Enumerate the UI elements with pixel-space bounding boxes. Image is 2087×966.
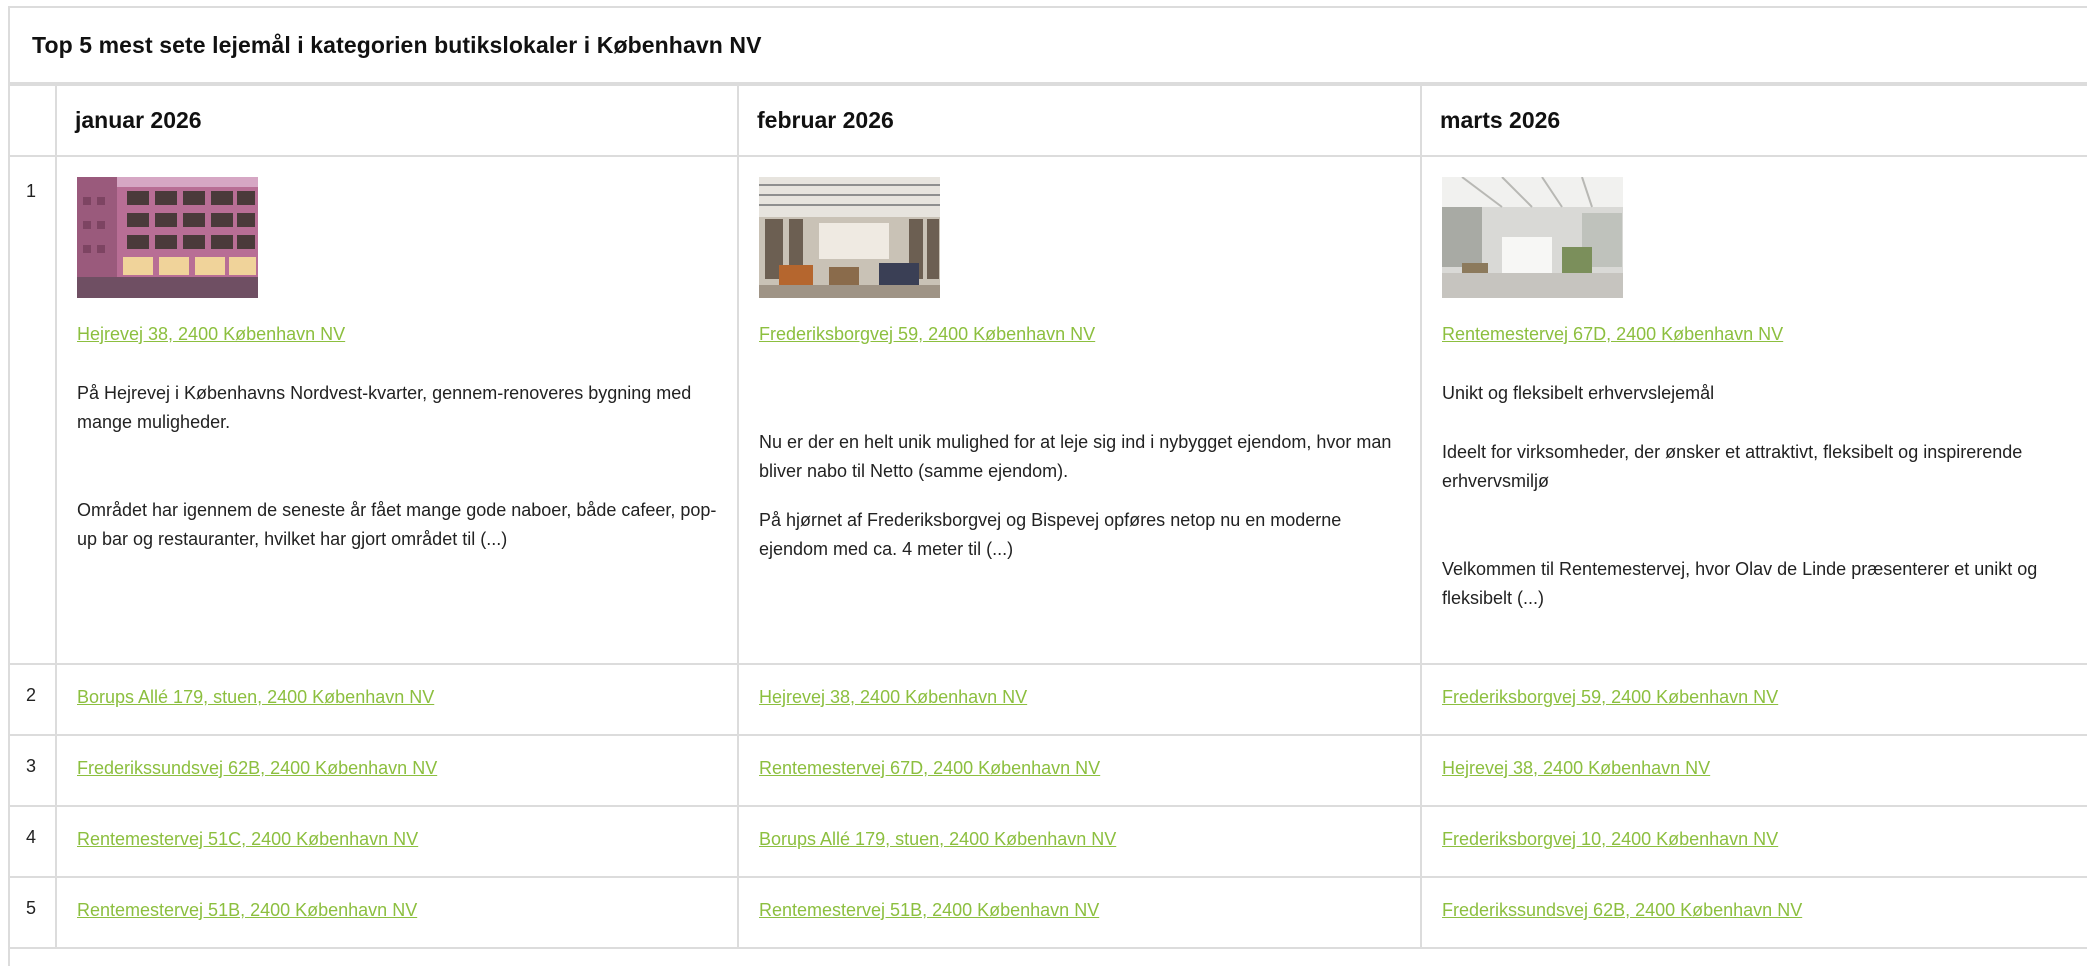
rank-number: 5 [10,876,57,949]
listing-cell: Rentemestervej 67D, 2400 København NV [737,734,1422,807]
listing-description: På Hejrevej i Københavns Nordvest-kvarte… [77,379,717,554]
listing-link[interactable]: Frederikssundsvej 62B, 2400 København NV [77,758,437,778]
description-paragraph: Unikt og fleksibelt erhvervslejemål [1442,383,1715,403]
listing-cell: Hejrevej 38, 2400 København NV [1420,734,2087,807]
featured-listing: Frederiksborgvej 59, 2400 København NV N… [737,155,1422,665]
rank-number: 2 [10,663,57,736]
listing-cell: Borups Allé 179, stuen, 2400 København N… [55,663,739,736]
listing-link[interactable]: Rentemestervej 51B, 2400 København NV [759,900,1099,920]
listing-link[interactable]: Rentemestervej 51B, 2400 København NV [77,900,417,920]
listing-cell: Frederikssundsvej 62B, 2400 København NV [55,734,739,807]
description-paragraph: Ideelt for virksomheder, der ønsker et a… [1442,442,2023,491]
listing-cell: Rentemestervej 51B, 2400 København NV [55,876,739,949]
building-photo[interactable] [77,177,258,298]
rank-number: 4 [10,805,57,878]
featured-listing: Rentemestervej 67D, 2400 København NV Un… [1420,155,2087,665]
listing-link[interactable]: Rentemestervej 51C, 2400 København NV [77,829,418,849]
listing-cell: Borups Allé 179, stuen, 2400 København N… [737,805,1422,878]
listing-link[interactable]: Rentemestervej 67D, 2400 København NV [759,758,1100,778]
rank-number: 3 [10,734,57,807]
listing-cell: Rentemestervej 51B, 2400 København NV [737,876,1422,949]
listing-cell: Rentemestervej 51C, 2400 København NV [55,805,739,878]
table-row: 3 Frederikssundsvej 62B, 2400 København … [10,734,2087,807]
listing-link[interactable]: Frederiksborgvej 59, 2400 København NV [759,324,1095,344]
month-header-row: januar 2026 februar 2026 marts 2026 [10,84,2087,157]
panel-header: Top 5 mest sete lejemål i kategorien but… [10,8,2087,84]
listing-cell: Frederikssundsvej 62B, 2400 København NV [1420,876,2087,949]
description-paragraph: På hjørnet af Frederiksborgvej og Bispev… [759,510,1342,559]
ranking-table: januar 2026 februar 2026 marts 2026 1 He… [10,84,2087,949]
listing-cell: Hejrevej 38, 2400 København NV [737,663,1422,736]
listing-cell: Frederiksborgvej 10, 2400 København NV [1420,805,2087,878]
listing-description: Unikt og fleksibelt erhvervslejemål Idee… [1442,379,2087,613]
listing-cell: Frederiksborgvej 59, 2400 København NV [1420,663,2087,736]
listing-link[interactable]: Frederiksborgvej 59, 2400 København NV [1442,687,1778,707]
listing-link[interactable]: Borups Allé 179, stuen, 2400 København N… [77,687,434,707]
table-row: 2 Borups Allé 179, stuen, 2400 København… [10,663,2087,736]
interior-photo[interactable] [759,177,940,298]
month-header: januar 2026 [55,84,739,157]
table-row: 5 Rentemestervej 51B, 2400 København NV … [10,876,2087,949]
month-header: februar 2026 [737,84,1422,157]
top5-panel: Top 5 mest sete lejemål i kategorien but… [8,6,2087,966]
listing-link[interactable]: Hejrevej 38, 2400 København NV [77,324,345,344]
panel-title: Top 5 mest sete lejemål i kategorien but… [32,31,762,58]
table-row: 4 Rentemestervej 51C, 2400 København NV … [10,805,2087,878]
listing-link[interactable]: Hejrevej 38, 2400 København NV [759,687,1027,707]
table-row: 1 Hejrevej 38, 2400 København NV På Hejr… [10,155,2087,665]
listing-link[interactable]: Frederikssundsvej 62B, 2400 København NV [1442,900,1802,920]
rank-number: 1 [10,155,57,665]
description-paragraph: Området har igennem de seneste år fået m… [77,500,717,549]
description-paragraph: På Hejrevej i Københavns Nordvest-kvarte… [77,383,692,432]
listing-link[interactable]: Rentemestervej 67D, 2400 København NV [1442,324,1783,344]
listing-description: Nu er der en helt unik mulighed for at l… [759,428,1400,564]
description-paragraph: Nu er der en helt unik mulighed for at l… [759,432,1392,481]
listing-link[interactable]: Hejrevej 38, 2400 København NV [1442,758,1710,778]
description-paragraph: Velkommen til Rentemestervej, hvor Olav … [1442,559,2038,608]
rank-header [10,84,57,157]
listing-link[interactable]: Frederiksborgvej 10, 2400 København NV [1442,829,1778,849]
month-header: marts 2026 [1420,84,2087,157]
featured-listing: Hejrevej 38, 2400 København NV På Hejrev… [55,155,739,665]
showroom-photo[interactable] [1442,177,1623,298]
listing-link[interactable]: Borups Allé 179, stuen, 2400 København N… [759,829,1116,849]
